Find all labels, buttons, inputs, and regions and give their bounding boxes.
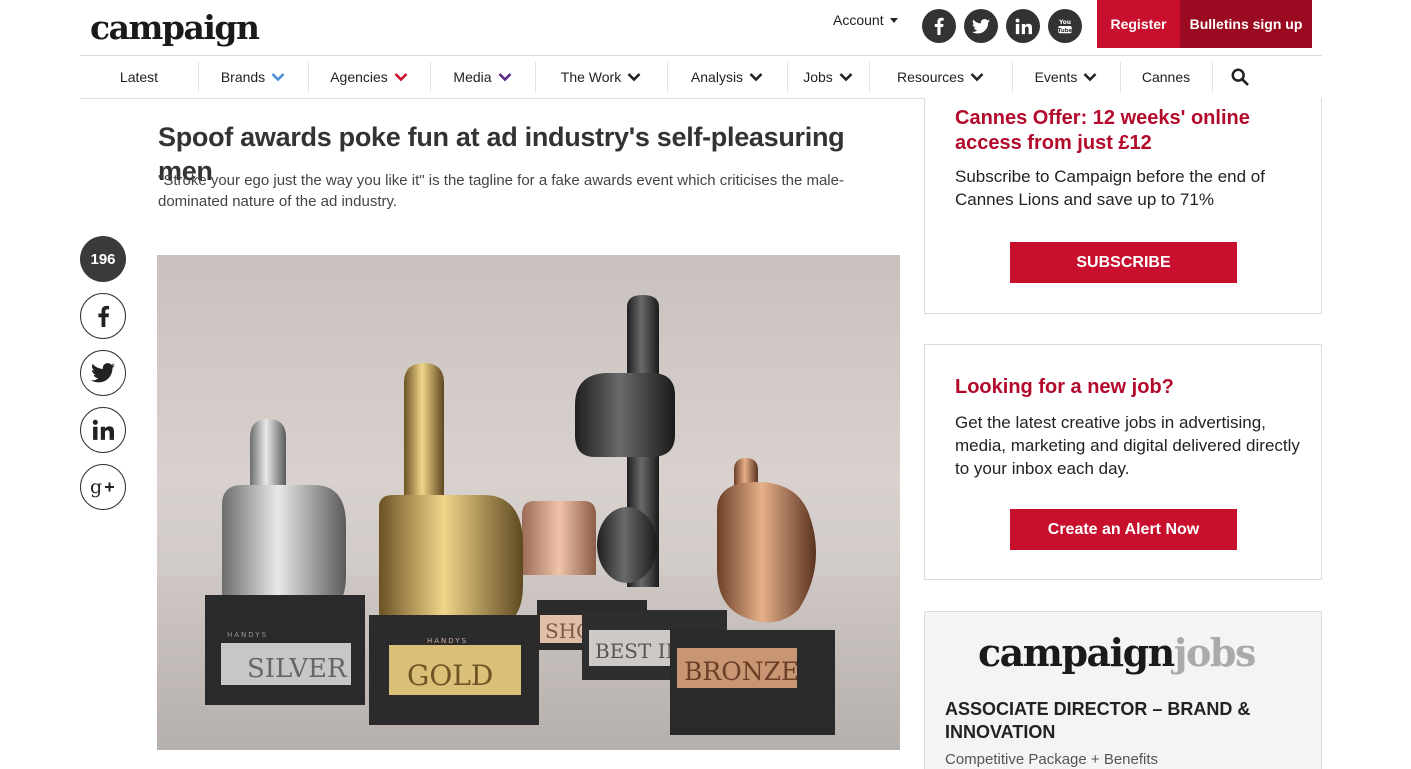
svg-text:g: g — [90, 476, 102, 498]
offer-text: Subscribe to Campaign before the end of … — [955, 167, 1265, 209]
bulletins-signup-button[interactable]: Bulletins sign up — [1180, 0, 1312, 48]
share-twitter-button[interactable] — [80, 350, 126, 396]
account-label: Account — [833, 12, 884, 28]
chevron-down-icon — [394, 73, 408, 82]
nav-item-the-work[interactable]: The Work — [535, 56, 667, 98]
chevron-down-icon — [271, 73, 285, 82]
search-icon — [1231, 68, 1249, 86]
handys-trophies-illustration: SHO BEST IN HANDYS SILVER HANDYS GOLD BR… — [157, 295, 900, 750]
subscribe-button[interactable]: SUBSCRIBE — [1010, 242, 1237, 283]
job-alert-title: Looking for a new job? — [955, 376, 1174, 398]
share-facebook-button[interactable] — [80, 293, 126, 339]
nav-label: The Work — [560, 69, 622, 85]
silver-plaque-text: SILVER — [247, 654, 348, 684]
campaign-jobs-card: campaignjobs ASSOCIATE DIRECTOR – BRAND … — [924, 611, 1322, 769]
register-button[interactable]: Register — [1097, 0, 1180, 48]
create-alert-button[interactable]: Create an Alert Now — [1010, 509, 1237, 550]
jobs-logo-main: campaign — [978, 630, 1175, 675]
bronze-plaque-text: BRONZE — [684, 657, 799, 686]
article-hero-image: SHO BEST IN HANDYS SILVER HANDYS GOLD BR… — [157, 255, 900, 750]
job-alert-card: Looking for a new job? Get the latest cr… — [924, 344, 1322, 580]
main-nav: Latest Brands Agencies Media The Work An… — [80, 55, 1322, 99]
article-standfirst: "Stroke your ego just the way you like i… — [158, 172, 844, 210]
nav-item-latest[interactable]: Latest — [80, 56, 198, 98]
youtube-icon[interactable]: You Tube — [1048, 9, 1082, 43]
chevron-down-icon — [970, 73, 984, 82]
offer-title: Cannes Offer: 12 weeks' online access fr… — [955, 107, 1250, 154]
nav-label: Agencies — [330, 69, 388, 85]
twitter-icon[interactable] — [964, 9, 998, 43]
cannes-offer-card: Cannes Offer: 12 weeks' online access fr… — [924, 98, 1322, 314]
campaign-logo[interactable]: campaign — [90, 8, 260, 47]
facebook-icon[interactable] — [922, 9, 956, 43]
nav-item-agencies[interactable]: Agencies — [308, 56, 430, 98]
chevron-down-icon — [1083, 73, 1097, 82]
svg-text:You: You — [1058, 20, 1071, 26]
svg-text:Tube: Tube — [1058, 28, 1073, 34]
nav-item-resources[interactable]: Resources — [869, 56, 1012, 98]
nav-item-events[interactable]: Events — [1012, 56, 1120, 98]
nav-label: Events — [1034, 69, 1078, 85]
linkedin-icon — [92, 419, 114, 440]
chevron-down-icon — [627, 73, 641, 82]
silver-brand-text: HANDYS — [227, 631, 268, 639]
nav-item-analysis[interactable]: Analysis — [667, 56, 787, 98]
nav-item-brands[interactable]: Brands — [198, 56, 308, 98]
nav-label: Analysis — [690, 69, 744, 85]
account-menu[interactable]: Account — [833, 12, 898, 28]
best-in-plaque-text: BEST IN — [595, 639, 683, 663]
caret-down-icon — [889, 17, 898, 23]
job-listing-title[interactable]: ASSOCIATE DIRECTOR – BRAND & INNOVATION — [945, 698, 1295, 744]
gold-plaque-text: GOLD — [407, 659, 493, 692]
nav-item-cannes[interactable]: Cannes — [1120, 56, 1212, 98]
campaign-jobs-logo[interactable]: campaignjobs — [978, 630, 1257, 675]
nav-label: Media — [453, 69, 492, 85]
google-plus-icon: g — [90, 476, 114, 498]
share-count: 196 — [80, 236, 126, 282]
share-google-plus-button[interactable]: g — [80, 464, 126, 510]
linkedin-icon[interactable] — [1006, 9, 1040, 43]
facebook-icon — [97, 305, 109, 327]
chevron-down-icon — [749, 73, 763, 82]
nav-label: Brands — [220, 69, 266, 85]
nav-item-jobs[interactable]: Jobs — [787, 56, 869, 98]
jobs-logo-suffix: jobs — [1173, 630, 1257, 675]
search-button[interactable] — [1212, 56, 1268, 98]
job-listing-salary: Competitive Package + Benefits — [945, 751, 1159, 768]
social-links: You Tube — [922, 9, 1082, 43]
nav-label: Cannes — [1141, 69, 1191, 85]
nav-label: Latest — [119, 69, 159, 85]
nav-label: Resources — [897, 69, 964, 85]
share-bar: 196 g — [80, 236, 126, 510]
chevron-down-icon — [839, 73, 853, 82]
job-alert-text: Get the latest creative jobs in advertis… — [955, 413, 1300, 478]
chevron-down-icon — [498, 73, 511, 82]
twitter-icon — [91, 363, 115, 383]
share-linkedin-button[interactable] — [80, 407, 126, 453]
gold-brand-text: HANDYS — [427, 637, 468, 645]
nav-label: Jobs — [803, 69, 833, 85]
nav-item-media[interactable]: Media — [430, 56, 535, 98]
